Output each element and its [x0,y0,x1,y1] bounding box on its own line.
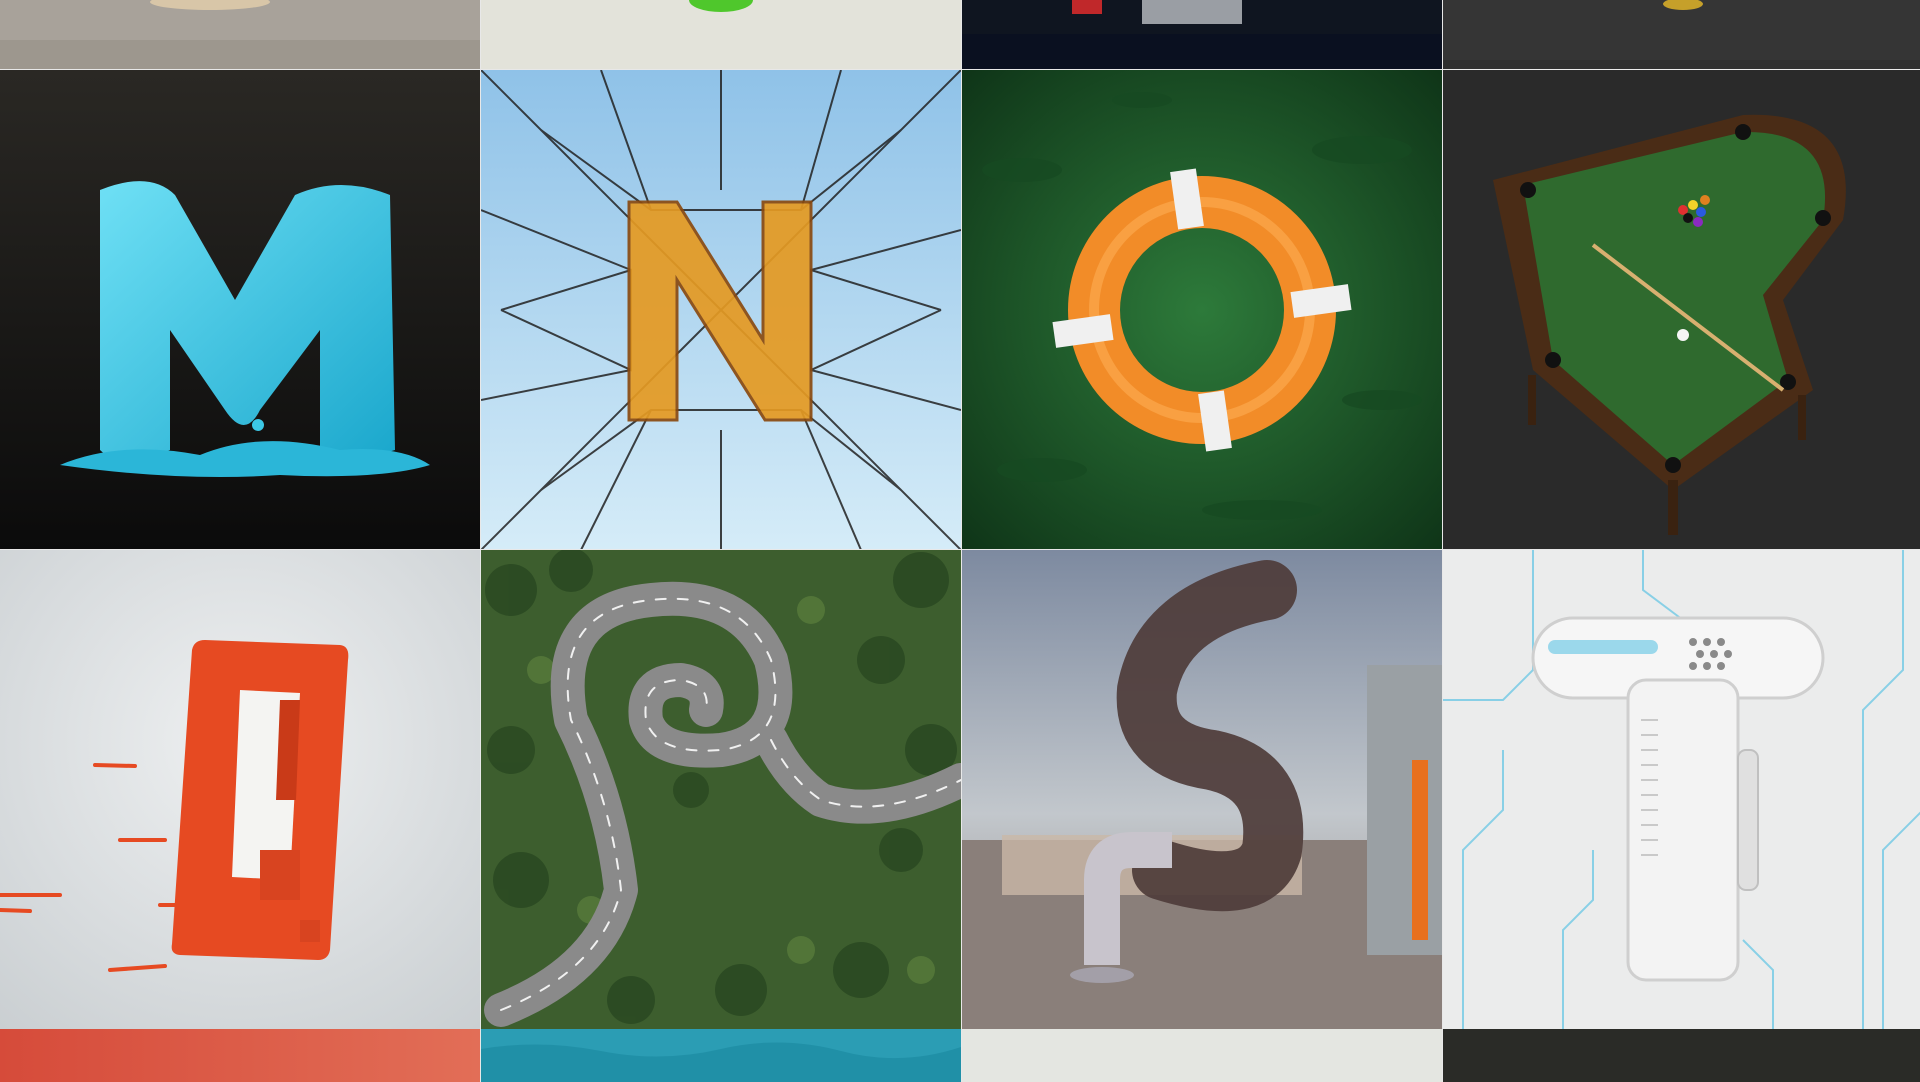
tile-top-1[interactable] [0,0,480,69]
top-partial-row [0,0,1920,69]
tile-top-2[interactable] [480,0,961,69]
gallery-row-2 [0,549,1920,1030]
tile-bottom-3[interactable] [961,1029,1442,1082]
tile-letter-t[interactable] [1442,549,1920,1030]
alphabet-gallery-grid [0,0,1920,1082]
tile-letter-o[interactable] [961,69,1442,550]
tile-bottom-4[interactable] [1442,1029,1920,1082]
gallery-row-1 [0,69,1920,550]
bottom-partial-row [0,1029,1920,1082]
tile-top-4[interactable] [1442,0,1920,69]
tile-letter-q[interactable] [0,549,480,1030]
tile-bottom-2[interactable] [480,1029,961,1082]
tile-letter-m[interactable] [0,69,480,550]
tile-letter-n[interactable] [480,69,961,550]
tile-letter-p[interactable] [1442,69,1920,550]
tile-letter-r[interactable] [480,549,961,1030]
tile-top-3[interactable] [961,0,1442,69]
red-breaking-letter [171,640,349,960]
tile-bottom-1[interactable] [0,1029,480,1082]
tile-letter-s[interactable] [961,549,1442,1030]
